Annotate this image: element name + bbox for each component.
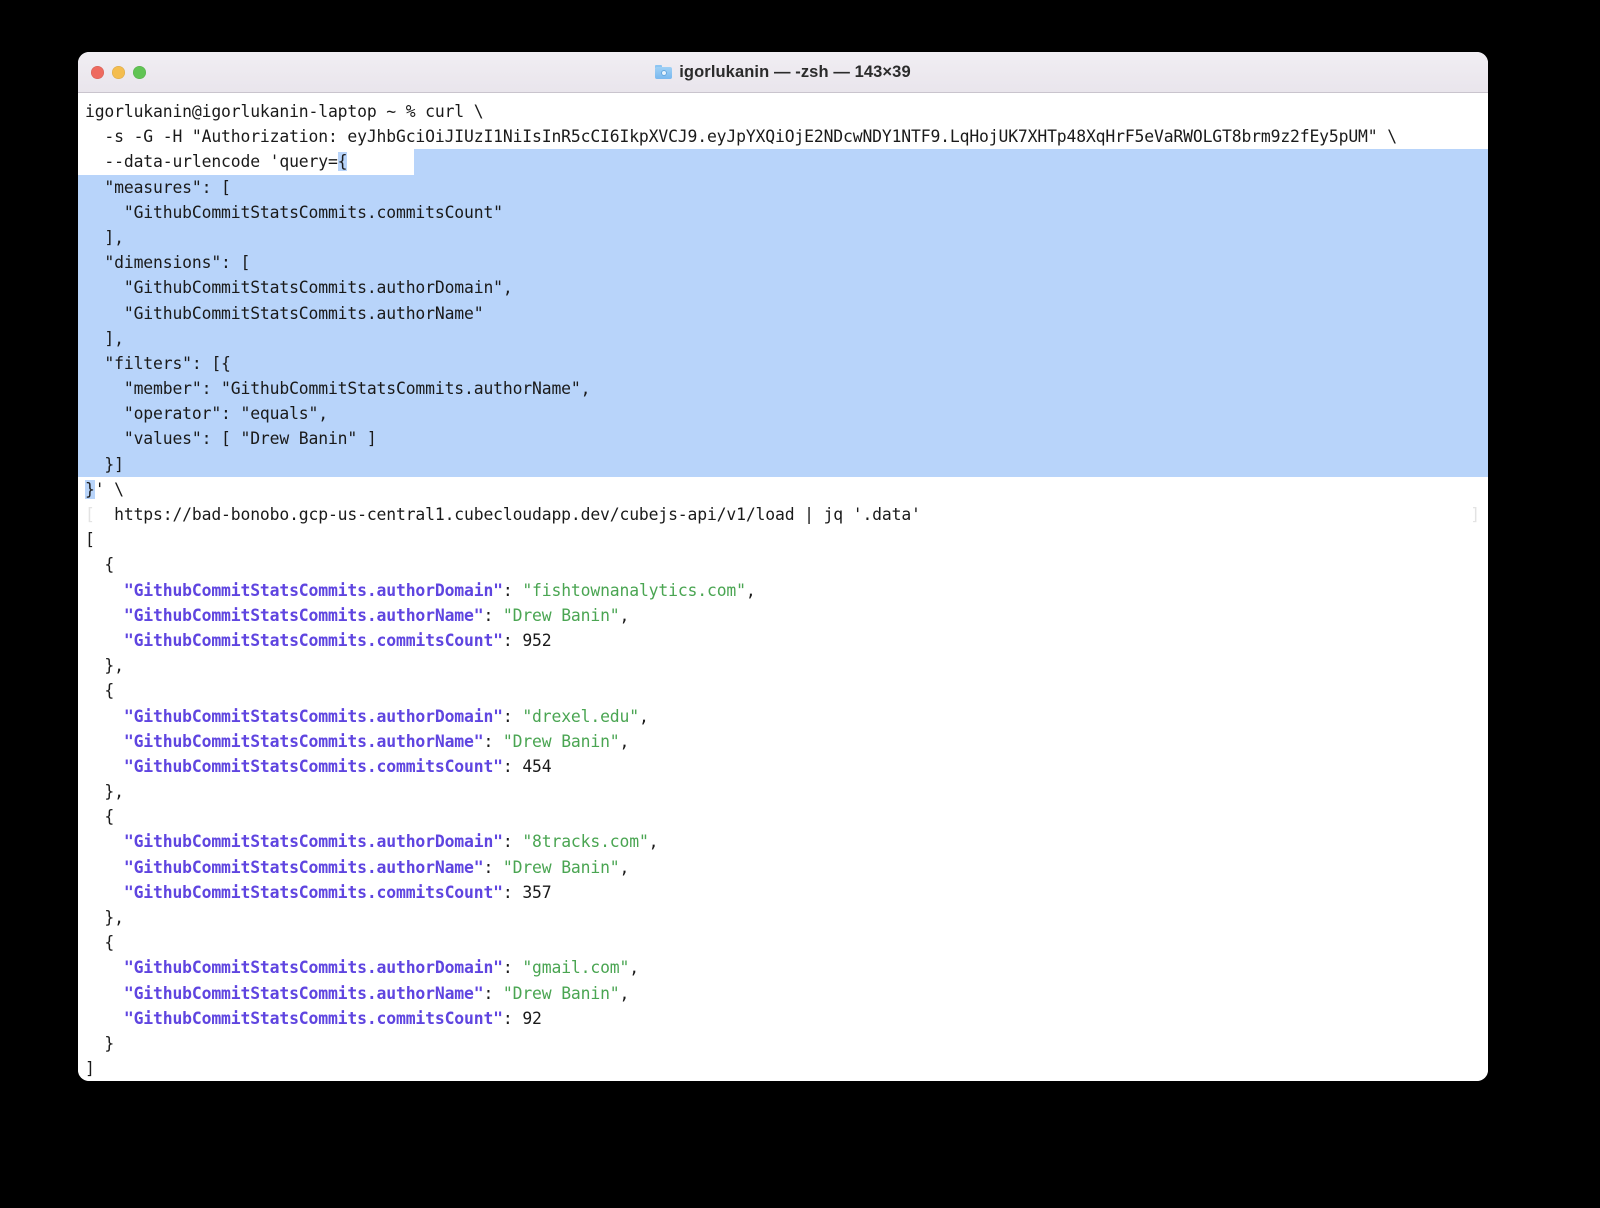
query-line: ], bbox=[78, 325, 1488, 351]
prompt-symbol: % bbox=[405, 102, 416, 121]
query-close-rest: ' \ bbox=[94, 479, 124, 499]
query-line: "GithubCommitStatsCommits.authorName" bbox=[78, 300, 1488, 326]
traffic-light-buttons[interactable] bbox=[91, 52, 146, 92]
query-line: "operator": "equals", bbox=[78, 401, 1488, 427]
data-urlencode-prefix: --data-urlencode 'query= bbox=[85, 152, 338, 172]
output-field-author-domain: "GithubCommitStatsCommits.authorDomain":… bbox=[123, 958, 639, 978]
output-object-open: { bbox=[85, 807, 115, 827]
output-field-commits-count: "GithubCommitStatsCommits.commitsCount":… bbox=[123, 882, 552, 902]
selection-highlight bbox=[414, 149, 1488, 175]
query-line: "values": [ "Drew Banin" ] bbox=[78, 426, 1488, 452]
output-object-close: }, bbox=[85, 908, 124, 927]
desktop-background: igorlukanin — -zsh — 143×39 igorlukanin@… bbox=[0, 0, 1600, 1208]
terminal-window[interactable]: igorlukanin — -zsh — 143×39 igorlukanin@… bbox=[78, 52, 1488, 1081]
query-line: "GithubCommitStatsCommits.authorDomain", bbox=[78, 275, 1488, 301]
output-field-author-name: "GithubCommitStatsCommits.authorName": "… bbox=[123, 731, 630, 751]
output-object-open: { bbox=[85, 681, 115, 701]
output-object-close: } bbox=[85, 1033, 115, 1053]
window-titlebar[interactable]: igorlukanin — -zsh — 143×39 bbox=[78, 52, 1488, 93]
output-object-open: { bbox=[85, 555, 115, 575]
output-field-author-domain: "GithubCommitStatsCommits.authorDomain":… bbox=[123, 832, 659, 852]
folder-icon bbox=[655, 65, 673, 79]
output-object-close: }, bbox=[85, 656, 124, 676]
query-line: "GithubCommitStatsCommits.commitsCount" bbox=[78, 199, 1488, 225]
output-field-commits-count: "GithubCommitStatsCommits.commitsCount":… bbox=[123, 756, 552, 776]
auth-header-line: -s -G -H "Authorization: eyJhbGciOiJIUzI… bbox=[78, 124, 1488, 149]
prompt-user-host: igorlukanin@igorlukanin-laptop bbox=[85, 102, 377, 121]
right-marker: ] bbox=[1470, 505, 1480, 524]
output-field-author-name: "GithubCommitStatsCommits.authorName": "… bbox=[123, 605, 630, 625]
left-marker: [ bbox=[85, 505, 95, 524]
output-object-open: { bbox=[85, 933, 115, 953]
minimize-button[interactable] bbox=[112, 65, 125, 79]
output-open-bracket: [ bbox=[85, 530, 95, 550]
query-open-brace: { bbox=[337, 152, 348, 172]
url-text: https://bad-bonobo.gcp-us-central1.cubec… bbox=[94, 505, 921, 524]
query-close-line: }' \ bbox=[78, 477, 1488, 502]
query-line: "filters": [{ bbox=[78, 350, 1488, 377]
query-line: "member": "GithubCommitStatsCommits.auth… bbox=[78, 376, 1488, 402]
query-line: "measures": [ bbox=[78, 174, 1488, 200]
window-title: igorlukanin — -zsh — 143×39 bbox=[679, 62, 911, 81]
terminal-content[interactable]: igorlukanin@igorlukanin-laptop ~ % curl … bbox=[78, 93, 1488, 1081]
query-line: }] bbox=[78, 451, 1488, 477]
window-title-group: igorlukanin — -zsh — 143×39 bbox=[78, 63, 1488, 82]
prompt-path: ~ bbox=[386, 102, 396, 121]
query-line: "dimensions": [ bbox=[78, 250, 1488, 276]
query-close-brace: } bbox=[85, 479, 95, 499]
output-field-author-name: "GithubCommitStatsCommits.authorName": "… bbox=[123, 983, 630, 1003]
output-field-commits-count: "GithubCommitStatsCommits.commitsCount":… bbox=[123, 1008, 542, 1028]
output-field-author-domain: "GithubCommitStatsCommits.authorDomain":… bbox=[123, 706, 649, 726]
maximize-button[interactable] bbox=[133, 65, 146, 79]
url-line: [ https://bad-bonobo.gcp-us-central1.cub… bbox=[78, 502, 1488, 527]
close-button[interactable] bbox=[91, 65, 104, 79]
output-field-commits-count: "GithubCommitStatsCommits.commitsCount":… bbox=[123, 630, 552, 650]
output-object-close: }, bbox=[85, 782, 124, 802]
output-close-bracket: ] bbox=[85, 1059, 95, 1079]
query-line: ], bbox=[78, 224, 1488, 251]
data-urlencode-line: --data-urlencode 'query={ bbox=[78, 149, 1488, 175]
output-field-author-domain: "GithubCommitStatsCommits.authorDomain":… bbox=[123, 580, 756, 600]
output-field-author-name: "GithubCommitStatsCommits.authorName": "… bbox=[123, 857, 630, 877]
prompt-line: igorlukanin@igorlukanin-laptop ~ % curl … bbox=[78, 99, 1488, 124]
prompt-command: curl \ bbox=[425, 102, 484, 121]
auth-header-text: -s -G -H "Authorization: eyJhbGciOiJIUzI… bbox=[85, 127, 1397, 147]
